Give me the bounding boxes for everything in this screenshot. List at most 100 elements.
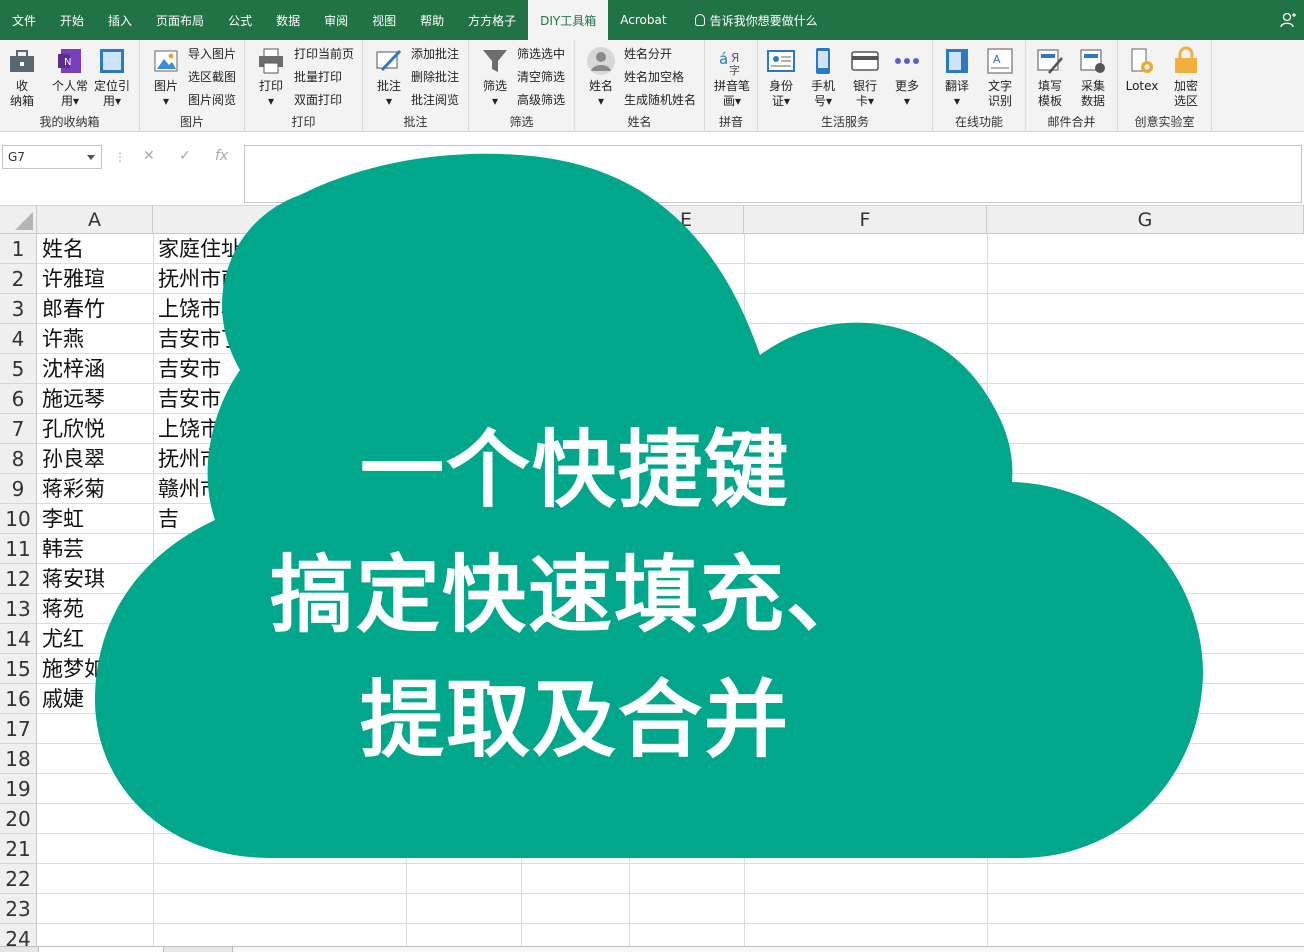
tell-me-box[interactable]: 告诉我你想要做什么	[679, 0, 830, 40]
random-name-button[interactable]: 生成随机姓名	[624, 90, 696, 110]
formula-bar-grip[interactable]: ⋮	[114, 150, 126, 164]
row-header[interactable]: 9	[0, 474, 37, 504]
row-header[interactable]: 3	[0, 294, 37, 324]
cell-address[interactable]: 家庭住址	[154, 234, 404, 264]
batch-print-button[interactable]: 批量打印	[294, 67, 342, 87]
column-header[interactable]: A	[37, 206, 153, 234]
name-add-space-button[interactable]: 姓名加空格	[624, 67, 684, 87]
row-header[interactable]: 19	[0, 774, 37, 804]
horizontal-scrollbar[interactable]	[232, 947, 1304, 952]
locate-ref-button[interactable]: 定位引 用▾	[92, 46, 132, 109]
row-header[interactable]: 1	[0, 234, 37, 264]
delete-comment-button[interactable]: 删除批注	[411, 67, 459, 87]
cell-address[interactable]: 抚州市南城	[154, 264, 404, 294]
cell-name[interactable]: 孔欣悦	[38, 414, 152, 444]
tab-data[interactable]: 数据	[264, 0, 312, 40]
column-header[interactable]: B	[153, 206, 406, 234]
column-header[interactable]	[521, 206, 629, 234]
cell-name[interactable]: 施梦如	[38, 654, 152, 684]
id-card-button[interactable]: 身份 证▾	[761, 46, 801, 109]
row-header[interactable]: 5	[0, 354, 37, 384]
row-header[interactable]: 8	[0, 444, 37, 474]
print-button[interactable]: 打印 ▾	[251, 46, 291, 109]
column-header[interactable]	[406, 206, 521, 234]
cell-name[interactable]: 许雅瑄	[38, 264, 152, 294]
row-header[interactable]: 14	[0, 624, 37, 654]
cell-name[interactable]: 韩芸	[38, 534, 152, 564]
cell-address[interactable]: 上饶市横	[154, 294, 404, 324]
cell-name[interactable]: 李虹	[38, 504, 152, 534]
tab-formulas[interactable]: 公式	[216, 0, 264, 40]
tab-insert[interactable]: 插入	[96, 0, 144, 40]
enter-icon[interactable]: ✓	[179, 148, 191, 164]
bank-card-button[interactable]: 银行 卡▾	[845, 46, 885, 109]
formula-input[interactable]	[244, 145, 1302, 203]
row-header[interactable]: 17	[0, 714, 37, 744]
fill-template-button[interactable]: 填写 模板	[1030, 46, 1070, 109]
cell-name[interactable]: 施远琴	[38, 384, 152, 414]
row-header[interactable]: 18	[0, 744, 37, 774]
tab-file[interactable]: 文件	[0, 0, 48, 40]
column-header[interactable]: G	[987, 206, 1304, 234]
cell-address[interactable]: 吉安市	[154, 354, 404, 384]
tab-view[interactable]: 视图	[360, 0, 408, 40]
cell-name[interactable]: 郎春竹	[38, 294, 152, 324]
add-comment-button[interactable]: 添加批注	[411, 44, 459, 64]
cell-name[interactable]: 姓名	[38, 234, 152, 264]
row-header[interactable]: 7	[0, 414, 37, 444]
row-header[interactable]: 16	[0, 684, 37, 714]
cell-name[interactable]: 戚婕	[38, 684, 152, 714]
encrypt-region-button[interactable]: 加密 选区	[1166, 46, 1206, 109]
row-header[interactable]: 2	[0, 264, 37, 294]
more-button[interactable]: 更多 ▾	[887, 46, 927, 109]
row-header[interactable]: 21	[0, 834, 37, 864]
clear-filter-button[interactable]: 清空筛选	[517, 67, 565, 87]
picture-view-button[interactable]: 图片阅览	[188, 90, 236, 110]
share-user-icon[interactable]	[1280, 12, 1296, 28]
cell-name[interactable]: 许燕	[38, 324, 152, 354]
print-current-page-button[interactable]: 打印当前页	[294, 44, 354, 64]
import-picture-button[interactable]: 导入图片	[188, 44, 236, 64]
pinyin-stroke-button[interactable]: áЯ字 拼音笔 画▾	[709, 46, 755, 109]
cell-address[interactable]: 吉安市丁	[154, 324, 404, 354]
ocr-button[interactable]: A 文字 识别	[980, 46, 1020, 109]
comment-button[interactable]: 批注 ▾	[369, 46, 409, 109]
tab-fangfang[interactable]: 方方格子	[456, 0, 528, 40]
cell-address[interactable]: 吉安市	[154, 384, 404, 414]
row-header[interactable]: 15	[0, 654, 37, 684]
sheet-tab[interactable]	[38, 947, 164, 952]
tab-home[interactable]: 开始	[48, 0, 96, 40]
cell-name[interactable]: 蒋安琪	[38, 564, 152, 594]
cell-name[interactable]: 孙良翠	[38, 444, 152, 474]
tab-page-layout[interactable]: 页面布局	[144, 0, 216, 40]
lotex-button[interactable]: Lotex	[1122, 46, 1162, 94]
filter-button[interactable]: 筛选 ▾	[475, 46, 515, 109]
region-screenshot-button[interactable]: 选区截图	[188, 67, 236, 87]
row-header[interactable]: 10	[0, 504, 37, 534]
name-box[interactable]: G7	[2, 145, 102, 169]
column-header[interactable]: F	[744, 206, 987, 234]
row-header[interactable]: 23	[0, 894, 37, 924]
cancel-icon[interactable]: ✕	[143, 148, 155, 164]
cell-name[interactable]: 蒋苑	[38, 594, 152, 624]
picture-button[interactable]: 图片 ▾	[146, 46, 186, 109]
row-header[interactable]: 11	[0, 534, 37, 564]
cell-name[interactable]: 沈梓涵	[38, 354, 152, 384]
select-all-corner[interactable]	[0, 206, 37, 234]
row-header[interactable]: 22	[0, 864, 37, 894]
collect-data-button[interactable]: 采集 数据	[1073, 46, 1113, 109]
row-header[interactable]: 13	[0, 594, 37, 624]
row-header[interactable]: 4	[0, 324, 37, 354]
tab-help[interactable]: 帮助	[408, 0, 456, 40]
insert-function-icon[interactable]: fx	[215, 148, 228, 164]
row-header[interactable]: 12	[0, 564, 37, 594]
translate-button[interactable]: 翻译 ▾	[937, 46, 977, 109]
row-header[interactable]: 6	[0, 384, 37, 414]
view-comment-button[interactable]: 批注阅览	[411, 90, 459, 110]
name-button[interactable]: 姓名 ▾	[581, 46, 621, 109]
row-header[interactable]: 20	[0, 804, 37, 834]
filter-selected-button[interactable]: 筛选选中	[517, 44, 565, 64]
duplex-print-button[interactable]: 双面打印	[294, 90, 342, 110]
personal-common-button[interactable]: N 个人常 用▾	[50, 46, 90, 109]
advanced-filter-button[interactable]: 高级筛选	[517, 90, 565, 110]
